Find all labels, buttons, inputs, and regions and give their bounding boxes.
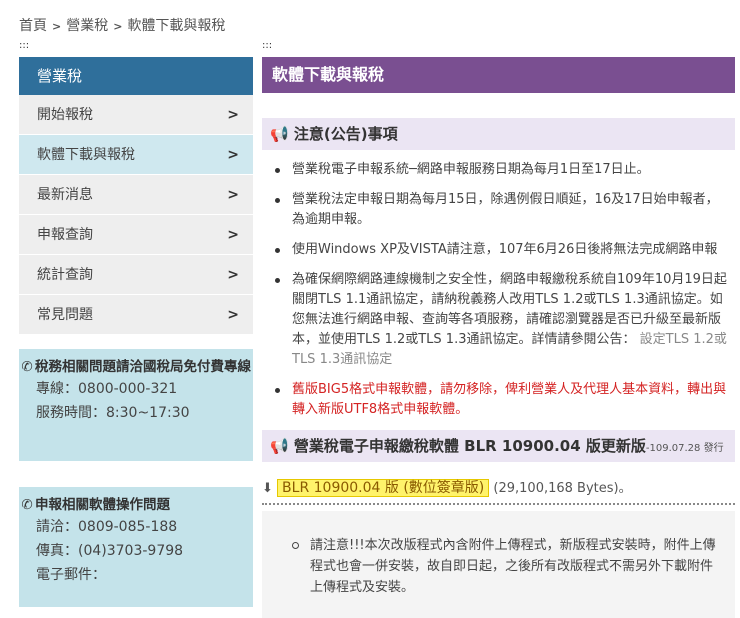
software-support-box: ✆ 申報相關軟體操作問題 請洽：0809-085-188 傳真：(04)3703-… (19, 487, 253, 607)
notice-heading-text: 注意(公告)事項 (293, 125, 398, 143)
sidebar: 營業稅 開始報稅 > 軟體下載與報稅 > 最新消息 > 申報查詢 > 統計查詢 > 常見問… (19, 57, 253, 607)
list-item: 營業稅電子申報系統─網路申報服務日期為每月1日至17日止。 (262, 160, 735, 180)
list-item: 營業稅法定申報日期為每月15日，除遇例假日順延，16及17日始申報者，為逾期申報… (262, 190, 735, 230)
notice-list: 營業稅電子申報系統─網路申報服務日期為每月1日至17日止。 營業稅法定申報日期為… (262, 150, 735, 420)
hotline-number: 專線：0800-000-321 (36, 381, 178, 397)
chevron-right-icon: > (227, 187, 239, 203)
support-phone: 請洽：0809-085-188 (36, 519, 178, 535)
release-date: -109.07.28 發行 (645, 443, 724, 454)
accesskey-left[interactable]: ::: (19, 40, 29, 51)
chevron-right-icon: > (113, 20, 123, 33)
download-icon: ⬇ (262, 481, 273, 496)
list-item: 為確保網際網路連線機制之安全性，網路申報繳稅系統自109年10月19日起關閉TL… (262, 270, 735, 370)
breadcrumb: 首頁 > 營業稅 > 軟體下載與報稅 (19, 15, 225, 35)
download-link[interactable]: BLR 10900.04 版 (數位簽章版) (277, 479, 490, 497)
chevron-right-icon: > (227, 267, 239, 283)
sidebar-item-label: 申報查詢 (37, 227, 93, 243)
main-content: 軟體下載與報稅 📢 注意(公告)事項 營業稅電子申報系統─網路申報服務日期為每月… (262, 57, 735, 618)
sidebar-item-start-filing[interactable]: 開始報稅 > (19, 95, 253, 135)
software-heading-text: 營業稅電子申報繳稅軟體 BLR 10900.04 版更新版 (293, 437, 646, 455)
sidebar-item-software-download[interactable]: 軟體下載與報稅 > (19, 135, 253, 175)
list-item: 舊版BIG5格式申報軟體，請勿移除，俾利營業人及代理人基本資料，轉出與轉入新版U… (262, 380, 735, 420)
megaphone-icon: 📢 (270, 125, 289, 143)
accesskey-main[interactable]: ::: (262, 40, 272, 51)
service-hours: 服務時間：8:30~17:30 (36, 405, 190, 421)
sidebar-item-label: 常見問題 (37, 307, 93, 323)
megaphone-icon: 📢 (270, 437, 289, 455)
sidebar-item-filing-query[interactable]: 申報查詢 > (19, 215, 253, 255)
sidebar-header: 營業稅 (19, 57, 253, 95)
sidebar-item-label: 開始報稅 (37, 107, 93, 123)
sidebar-item-faq[interactable]: 常見問題 > (19, 295, 253, 335)
phone-icon: ✆ (21, 497, 33, 513)
file-size: (29,100,168 Bytes)。 (493, 481, 632, 496)
info-title: 稅務相關問題請洽國稅局免付費專線 (35, 359, 251, 375)
chevron-right-icon: > (227, 107, 239, 123)
notice-heading: 📢 注意(公告)事項 (262, 118, 735, 150)
breadcrumb-home[interactable]: 首頁 (19, 18, 47, 34)
info-title: 申報相關軟體操作問題 (35, 497, 170, 513)
phone-icon: ✆ (21, 359, 33, 375)
sidebar-item-news[interactable]: 最新消息 > (19, 175, 253, 215)
support-email-label: 電子郵件： (36, 567, 106, 583)
breadcrumb-current: 軟體下載與報稅 (127, 18, 226, 34)
sidebar-item-label: 統計查詢 (37, 267, 93, 283)
support-fax: 傳真：(04)3703-9798 (36, 543, 184, 559)
page-title: 軟體下載與報稅 (262, 57, 735, 93)
list-item: 使用Windows XP及VISTA請注意，107年6月26日後將無法完成網路申… (262, 240, 735, 260)
tax-hotline-box: ✆ 稅務相關問題請洽國稅局免付費專線 專線：0800-000-321 服務時間：8… (19, 349, 253, 461)
chevron-right-icon: > (227, 227, 239, 243)
download-row: ⬇ BLR 10900.04 版 (數位簽章版) (29,100,168 Byt… (262, 474, 735, 505)
chevron-right-icon: > (52, 20, 62, 33)
software-heading: 📢 營業稅電子申報繳稅軟體 BLR 10900.04 版更新版-109.07.2… (262, 430, 735, 462)
install-note-box: 請注意!!!本次改版程式內含附件上傳程式，新版程式安裝時，附件上傳程式也會一併安… (262, 511, 735, 618)
breadcrumb-business-tax[interactable]: 營業稅 (66, 18, 108, 34)
sidebar-item-statistics[interactable]: 統計查詢 > (19, 255, 253, 295)
sidebar-item-label: 最新消息 (37, 187, 93, 203)
chevron-right-icon: > (227, 147, 239, 163)
chevron-right-icon: > (227, 307, 239, 323)
sidebar-item-label: 軟體下載與報稅 (37, 147, 135, 163)
install-note: 請注意!!!本次改版程式內含附件上傳程式，新版程式安裝時，附件上傳程式也會一併安… (292, 535, 723, 598)
